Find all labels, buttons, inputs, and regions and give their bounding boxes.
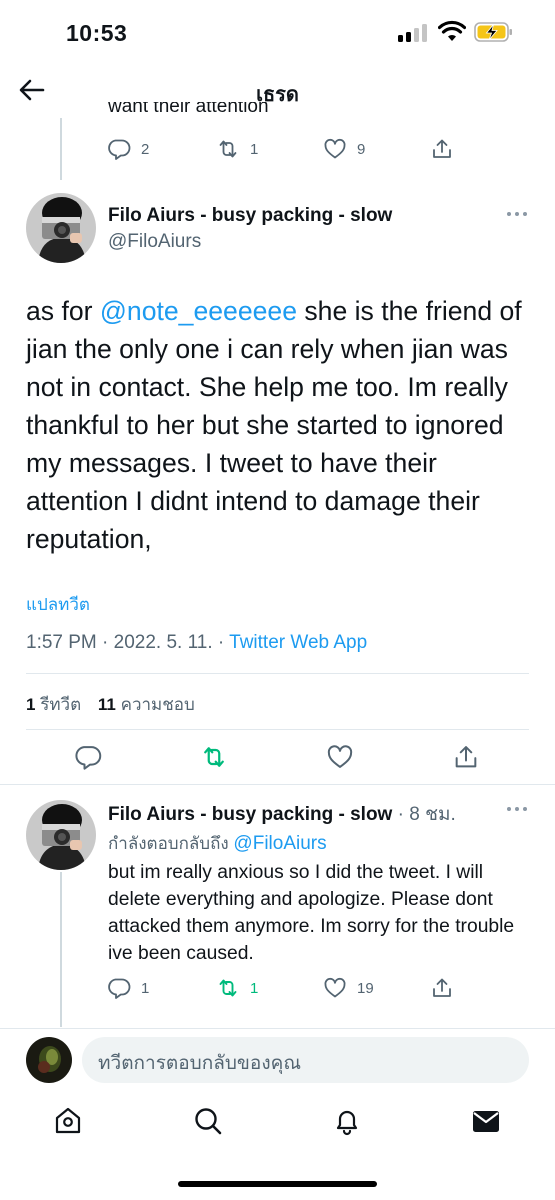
tweet-source-link[interactable]: Twitter Web App bbox=[229, 632, 367, 653]
main-tweet-actions bbox=[0, 743, 555, 773]
reply-tweet-actions: 1 1 19 bbox=[0, 973, 555, 1003]
heart-icon[interactable] bbox=[326, 743, 354, 771]
reply-count: 1 bbox=[141, 979, 150, 997]
page-title: เธรด bbox=[256, 84, 299, 106]
mention-link[interactable]: @note_eeeeeee bbox=[100, 296, 297, 326]
share-icon[interactable] bbox=[452, 743, 480, 771]
heart-icon bbox=[324, 138, 346, 159]
share-button[interactable] bbox=[430, 134, 454, 164]
bottom-tab-bar bbox=[0, 1095, 555, 1155]
divider bbox=[0, 784, 555, 785]
retweet-icon bbox=[219, 979, 237, 997]
like-stat-count[interactable]: 11 bbox=[98, 695, 116, 714]
divider bbox=[26, 673, 529, 674]
reply-input[interactable]: ทวีตการตอบกลับของคุณ bbox=[82, 1037, 529, 1083]
reply-time: · 8 ชม. bbox=[392, 804, 456, 825]
retweet-stat-label[interactable]: รีทวีต bbox=[40, 695, 81, 714]
retweet-button[interactable]: 1 bbox=[216, 134, 258, 164]
like-stat-label[interactable]: ความชอบ bbox=[121, 695, 195, 714]
search-icon[interactable] bbox=[192, 1105, 224, 1137]
tweet-text-part: as for bbox=[26, 296, 100, 326]
tweet-timestamp: 1:57 PM · 2022. 5. 11. · bbox=[26, 632, 230, 653]
reply-composer: ทวีตการตอบกลับของคุณ bbox=[0, 1028, 555, 1092]
retweet-icon bbox=[219, 140, 237, 158]
reply-icon bbox=[108, 978, 131, 999]
reply-author-row: Filo Aiurs - busy packing - slow · 8 ชม. bbox=[108, 799, 456, 829]
like-count: 9 bbox=[357, 140, 366, 158]
replying-to: กำลังตอบกลับถึง @FiloAiurs bbox=[108, 830, 327, 857]
user-avatar[interactable] bbox=[26, 1037, 72, 1083]
retweet-count: 1 bbox=[250, 979, 259, 997]
tweet-meta: 1:57 PM · 2022. 5. 11. · Twitter Web App bbox=[26, 632, 367, 654]
replying-to-handle[interactable]: @FiloAiurs bbox=[233, 833, 326, 854]
retweet-icon[interactable] bbox=[200, 743, 228, 771]
reply-count: 2 bbox=[141, 140, 150, 158]
like-count: 19 bbox=[357, 979, 374, 997]
like-button[interactable]: 9 bbox=[323, 134, 365, 164]
home-icon[interactable] bbox=[52, 1105, 84, 1137]
avatar-photo bbox=[26, 193, 96, 263]
avatar[interactable] bbox=[26, 193, 96, 263]
heart-icon bbox=[324, 977, 346, 998]
more-options-icon[interactable] bbox=[507, 210, 529, 218]
tweet-text-part: she is the friend of jian the only one i… bbox=[26, 296, 522, 554]
previous-tweet-actions: 2 1 9 bbox=[0, 134, 555, 164]
wifi-icon bbox=[438, 20, 466, 41]
translate-tweet-link[interactable]: แปลทวีต bbox=[26, 591, 90, 618]
thread-line bbox=[60, 872, 62, 1027]
notifications-bell-icon[interactable] bbox=[331, 1105, 363, 1137]
home-indicator bbox=[178, 1181, 377, 1187]
retweet-button[interactable]: 1 bbox=[216, 973, 258, 1003]
avatar[interactable] bbox=[26, 800, 96, 870]
reply-author-name[interactable]: Filo Aiurs - busy packing - slow bbox=[108, 804, 392, 825]
replying-to-label: กำลังตอบกลับถึง bbox=[108, 834, 234, 853]
share-button[interactable] bbox=[430, 973, 454, 1003]
status-bar: 10:53 bbox=[0, 0, 555, 66]
user-avatar-photo bbox=[26, 1037, 72, 1083]
tweet-text: as for @note_eeeeeee she is the friend o… bbox=[26, 292, 536, 558]
avatar-photo bbox=[26, 800, 96, 870]
status-time: 10:53 bbox=[66, 20, 128, 46]
author-handle[interactable]: @FiloAiurs bbox=[108, 231, 201, 253]
battery-charging-icon bbox=[474, 22, 512, 42]
engagement-stats: 1 รีทวีต 11 ความชอบ bbox=[26, 691, 207, 718]
reply-icon bbox=[108, 139, 131, 160]
cellular-signal-icon bbox=[398, 24, 428, 42]
messages-mail-icon[interactable] bbox=[470, 1105, 502, 1137]
previous-tweet-text: want their attention bbox=[108, 102, 269, 117]
reply-button[interactable]: 1 bbox=[107, 973, 149, 1003]
top-nav: เธรด bbox=[0, 66, 555, 116]
more-options-icon[interactable] bbox=[507, 805, 529, 813]
share-icon bbox=[433, 139, 451, 158]
retweet-count: 1 bbox=[250, 140, 259, 158]
retweet-stat-count[interactable]: 1 bbox=[26, 695, 35, 714]
like-button[interactable]: 19 bbox=[323, 973, 374, 1003]
reply-text: but im really anxious so I did the tweet… bbox=[108, 862, 515, 964]
reply-icon[interactable] bbox=[74, 743, 102, 771]
divider bbox=[26, 729, 529, 730]
author-name[interactable]: Filo Aiurs - busy packing - slow bbox=[108, 205, 392, 227]
reply-button[interactable]: 2 bbox=[107, 134, 149, 164]
share-icon bbox=[433, 978, 451, 997]
